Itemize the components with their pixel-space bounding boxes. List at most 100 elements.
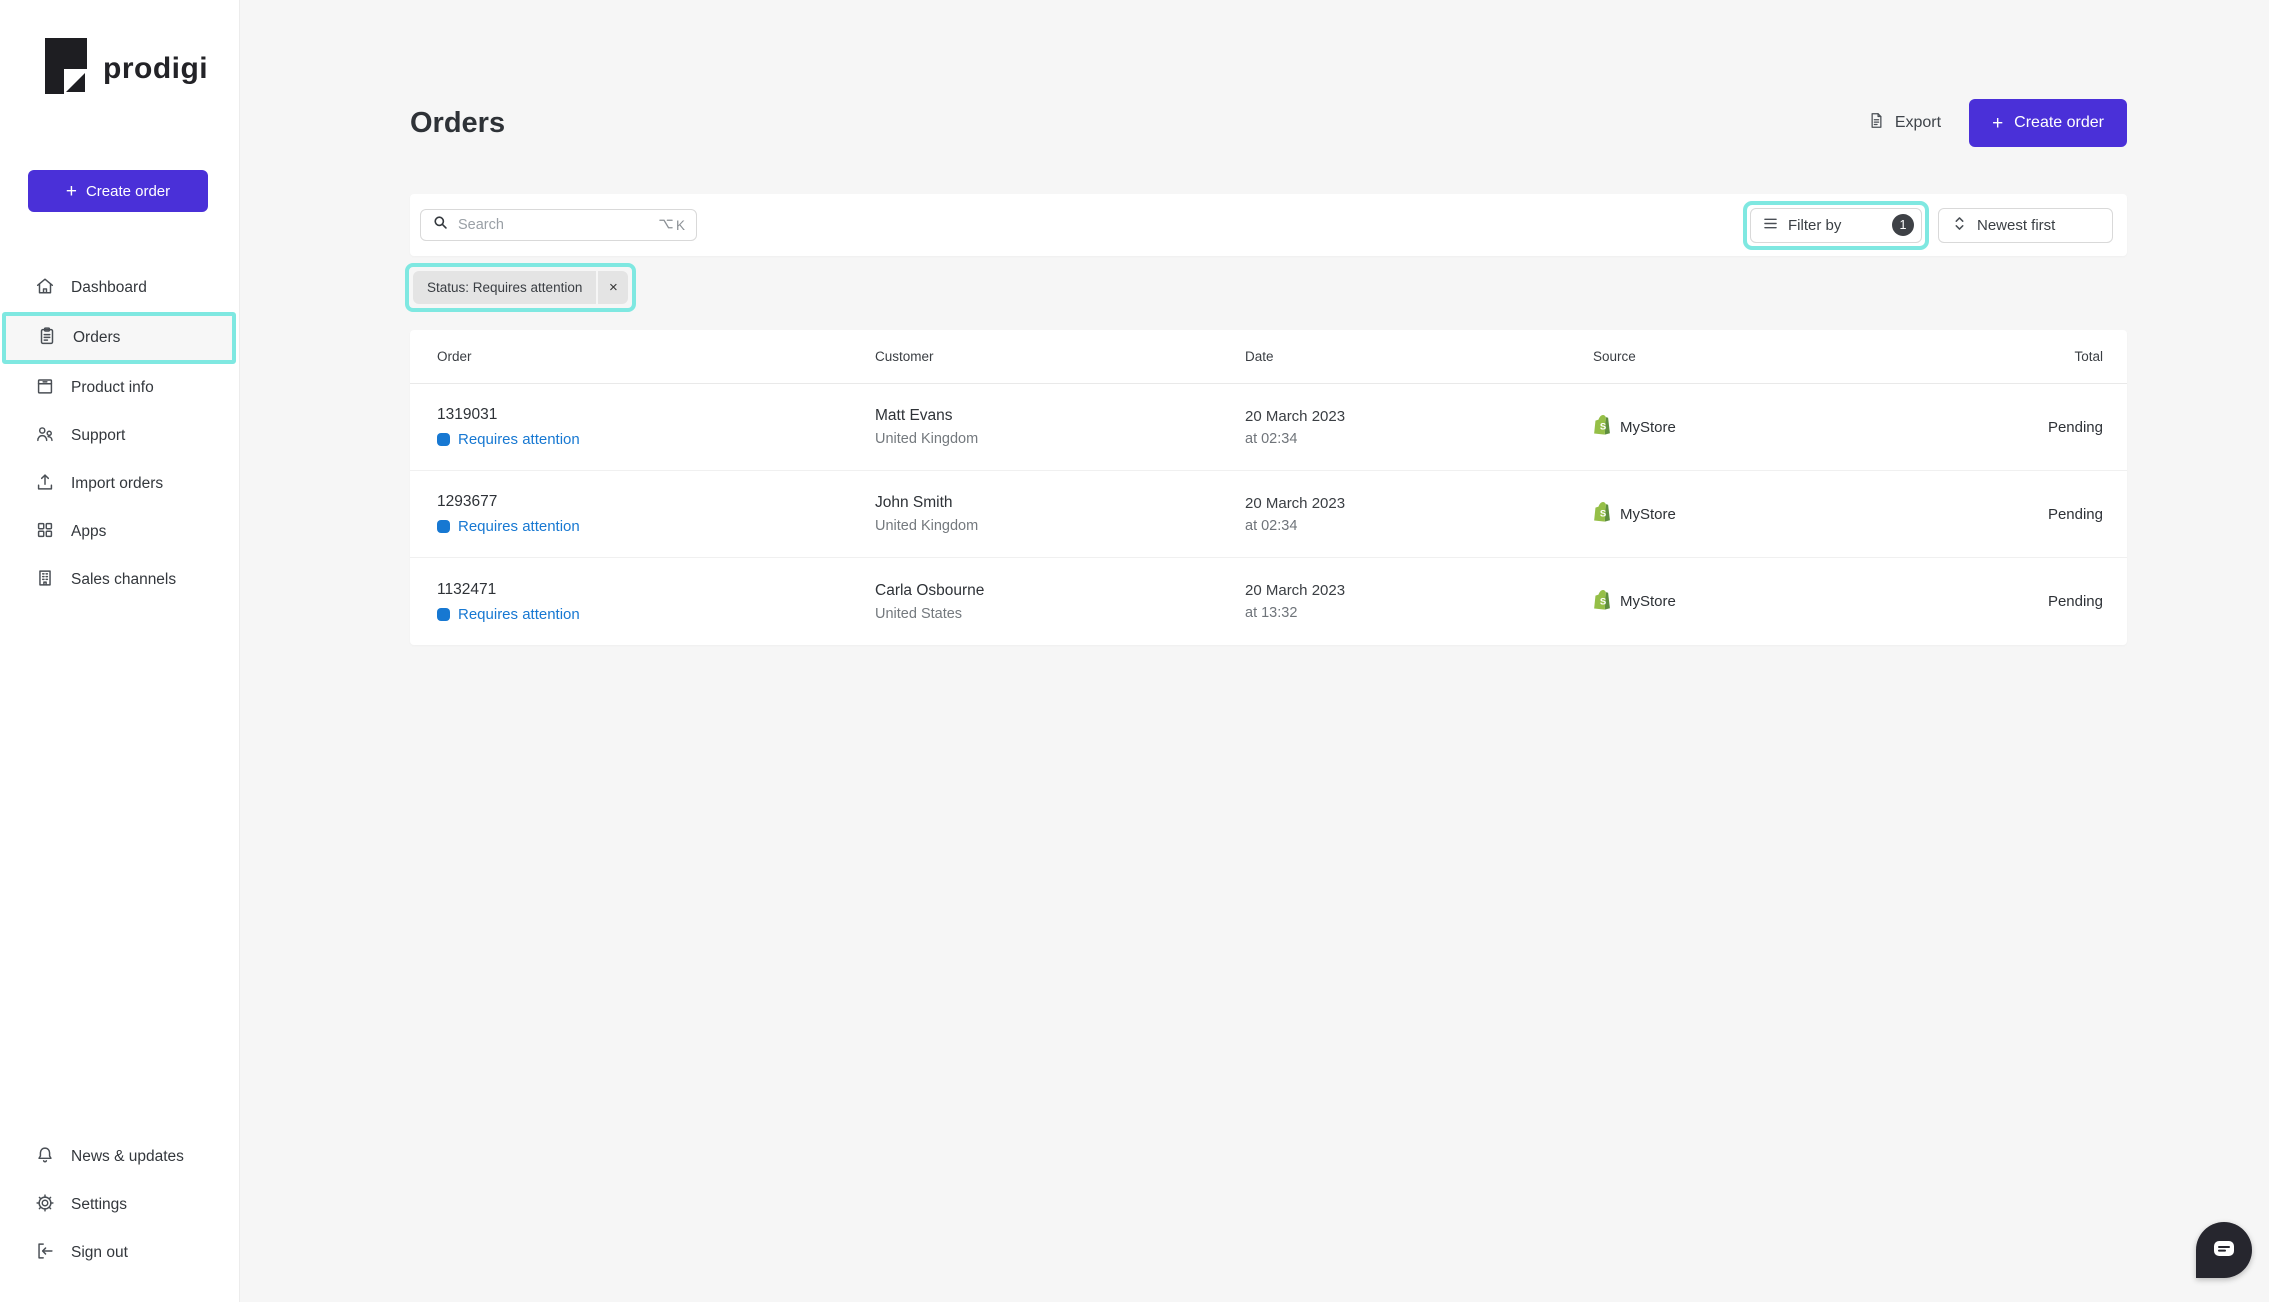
customer-country: United Kingdom: [875, 431, 979, 447]
sidebar-item-label: News & updates: [71, 1148, 184, 1165]
sidebar-item-label: Import orders: [71, 475, 164, 492]
upload-icon: [34, 471, 56, 498]
source-label: MyStore: [1620, 418, 1676, 436]
header-actions: Export + Create order: [1867, 99, 2127, 147]
total-cell: Pending: [2047, 505, 2103, 523]
bell-icon: [34, 1144, 56, 1171]
status-label: Requires attention: [458, 431, 580, 448]
gear-icon: [34, 1192, 56, 1219]
sidebar-create-order-button[interactable]: + Create order: [28, 170, 208, 212]
svg-text:S: S: [1600, 422, 1606, 433]
sidebar-item-label: Product info: [71, 379, 154, 396]
sign-out-icon: [34, 1240, 56, 1267]
sidebar-item-label: Settings: [71, 1196, 128, 1213]
create-order-button[interactable]: + Create order: [1969, 99, 2127, 147]
clipboard-icon: [36, 325, 58, 352]
sidebar-item-label: Sales channels: [71, 571, 177, 588]
document-icon: [1867, 110, 1886, 136]
column-header-date: Date: [1245, 349, 1274, 364]
create-order-label: Create order: [2014, 114, 2104, 131]
toolbar-right: Filter by 1 Newest first: [1743, 200, 2113, 250]
filter-highlight-ring: Filter by 1: [1743, 200, 1929, 250]
box-icon: [34, 375, 56, 402]
status-dot-icon: [437, 433, 450, 446]
sidebar-item-label: Apps: [71, 523, 107, 540]
order-cell: 1132471 Requires attention: [437, 581, 875, 623]
sidebar-item-orders[interactable]: Orders: [2, 312, 236, 364]
sidebar-item-apps[interactable]: Apps: [0, 508, 239, 556]
order-time: at 02:34: [1245, 517, 1298, 534]
customer-name: Carla Osbourne: [875, 581, 985, 599]
grid-icon: [34, 519, 56, 546]
sort-label: Newest first: [1977, 216, 2056, 234]
prodigi-logo-icon: [45, 38, 87, 99]
home-icon: [34, 275, 56, 302]
shopify-icon: S: [1593, 414, 1612, 440]
column-header-customer: Customer: [875, 349, 934, 364]
chip-highlight-ring: Status: Requires attention ×: [405, 263, 637, 312]
order-status: Requires attention: [437, 606, 875, 623]
orders-table: Order Customer Date Source Total 1319031…: [410, 330, 2127, 645]
search-box[interactable]: K: [420, 209, 697, 241]
status-label: Requires attention: [458, 605, 580, 623]
search-shortcut: K: [659, 218, 685, 233]
active-filters-row: Status: Requires attention ×: [405, 263, 2127, 312]
sidebar-item-import-orders[interactable]: Import orders: [0, 460, 239, 508]
column-header-order: Order: [437, 349, 472, 364]
column-header-source: Source: [1593, 349, 1636, 364]
sidebar-item-settings[interactable]: Settings: [0, 1181, 239, 1229]
order-id: 1293677: [437, 493, 498, 510]
sidebar-item-product-info[interactable]: Product info: [0, 364, 239, 412]
table-row[interactable]: 1319031 Requires attention Matt Evans Un…: [410, 384, 2127, 471]
source-cell: S MyStore: [1593, 501, 1903, 527]
sidebar-item-sales-channels[interactable]: Sales channels: [0, 556, 239, 604]
sidebar: prodigi + Create order Dashboard Orders …: [0, 0, 240, 1302]
order-id: 1319031: [437, 406, 498, 423]
order-time: at 13:32: [1245, 605, 1298, 621]
sort-button[interactable]: Newest first: [1938, 207, 2113, 243]
chat-message-icon: [2211, 1237, 2237, 1264]
status-dot-icon: [437, 607, 450, 621]
order-status: Requires attention: [437, 518, 875, 535]
total-cell: Pending: [2047, 418, 2103, 436]
svg-text:S: S: [1600, 509, 1606, 520]
sidebar-item-sign-out[interactable]: Sign out: [0, 1229, 239, 1277]
status-dot-icon: [437, 520, 450, 533]
table-row[interactable]: 1293677 Requires attention John Smith Un…: [410, 471, 2127, 558]
export-button[interactable]: Export: [1867, 110, 1941, 136]
sidebar-item-label: Sign out: [71, 1244, 128, 1261]
order-date: 20 March 2023: [1245, 407, 1346, 425]
filter-icon: [1763, 217, 1778, 234]
order-id: 1132471: [437, 580, 497, 598]
table-row[interactable]: 1132471 Requires attention Carla Osbourn…: [410, 558, 2127, 645]
status-filter-chip[interactable]: Status: Requires attention ×: [413, 271, 629, 304]
shortcut-key-label: K: [675, 217, 685, 233]
orders-toolbar: K Filter by 1 Newest first: [410, 194, 2127, 256]
customer-country: United Kingdom: [875, 518, 979, 534]
order-date: 20 March 2023: [1245, 494, 1346, 512]
export-label: Export: [1894, 114, 1942, 131]
order-status: Requires attention: [437, 431, 875, 448]
svg-text:S: S: [1600, 596, 1606, 607]
sidebar-item-label: Orders: [73, 329, 121, 346]
sidebar-item-news-updates[interactable]: News & updates: [0, 1133, 239, 1181]
plus-icon: +: [65, 180, 77, 202]
column-header-total: Total: [2074, 349, 2103, 364]
sidebar-item-dashboard[interactable]: Dashboard: [0, 264, 239, 312]
option-key-icon: [659, 218, 673, 233]
shopify-icon: S: [1593, 589, 1612, 615]
chat-launcher-button[interactable]: [2196, 1222, 2252, 1278]
order-cell: 1293677 Requires attention: [437, 493, 875, 535]
main-content: Orders Export + Create order Search K Fi…: [240, 0, 2269, 1302]
customer-cell: Matt Evans United Kingdom: [875, 407, 1245, 447]
sort-icon: [1953, 215, 1966, 236]
date-cell: 20 March 2023 at 13:32: [1245, 582, 1593, 621]
brand-name: prodigi: [103, 51, 209, 85]
search-input[interactable]: [458, 217, 650, 233]
remove-filter-button[interactable]: ×: [598, 271, 629, 304]
customer-cell: John Smith United Kingdom: [875, 494, 1245, 534]
sidebar-item-label: Support: [71, 427, 126, 444]
filter-by-button[interactable]: Filter by 1: [1750, 207, 1922, 243]
sidebar-item-support[interactable]: Support: [0, 412, 239, 460]
brand-logo: prodigi: [0, 0, 239, 99]
